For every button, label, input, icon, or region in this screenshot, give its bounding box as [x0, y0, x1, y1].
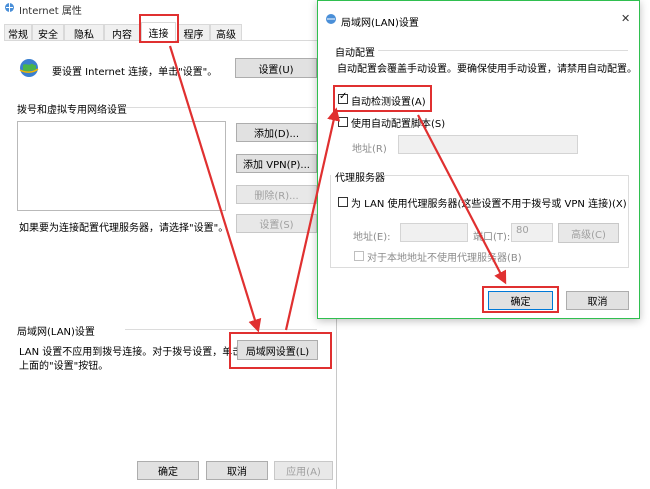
annotation-arrows	[168, 45, 507, 333]
tab-label: 连接	[148, 28, 169, 40]
tab-connections[interactable]: 连接	[141, 22, 176, 41]
arrow-lan-button-to-dialog	[284, 107, 341, 331]
arrow-tab-to-lan-button	[168, 45, 262, 333]
arrow-auto-detect-to-ok	[417, 114, 507, 285]
